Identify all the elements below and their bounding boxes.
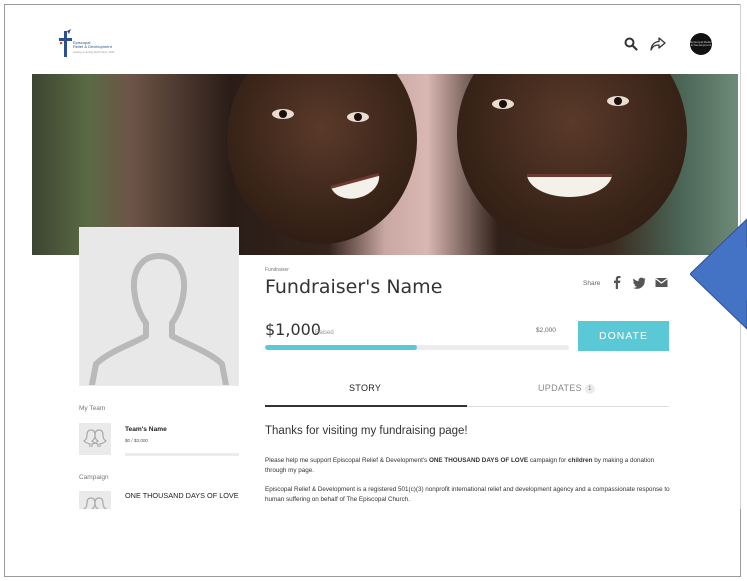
tab-updates-label: UPDATES <box>538 383 582 393</box>
child-face-left <box>227 74 417 244</box>
logo-line-2: Relief & Development <box>73 44 112 50</box>
updates-count-badge: 1 <box>584 383 595 394</box>
progress-fill <box>265 345 417 350</box>
fundraiser-label: Fundraiser <box>265 267 289 273</box>
active-tab-indicator <box>265 405 467 407</box>
story-paragraph-1: Please help me support Episcopal Relief … <box>265 456 675 475</box>
campaign-name-bold: ONE THOUSAND DAYS OF LOVE <box>428 457 529 464</box>
tab-story[interactable]: STORY <box>349 383 381 393</box>
fundraising-progress-bar <box>265 345 569 350</box>
logo-text: Episcopal Relief & Development Healing a… <box>73 40 115 55</box>
eye <box>607 96 629 106</box>
logo-tagline: Healing a Hurting World Since 1940 <box>73 50 115 54</box>
eye <box>492 99 514 109</box>
campaign-name[interactable]: ONE THOUSAND DAYS OF LOVE <box>125 491 245 501</box>
goal-amount: $2,000 <box>536 327 556 334</box>
child-face-right <box>457 74 687 249</box>
story-text: Please help me support Episcopal Relief … <box>265 457 429 464</box>
story-text: campaign for <box>528 457 569 464</box>
eye <box>272 109 294 119</box>
share-icon[interactable] <box>650 37 666 51</box>
person-silhouette-icon <box>89 253 229 385</box>
profile-photo-placeholder <box>79 227 239 386</box>
my-team-label: My Team <box>79 405 106 412</box>
team-name[interactable]: Team's Name <box>125 426 167 433</box>
eye <box>347 112 369 122</box>
children-bold: children <box>568 457 593 464</box>
donate-button[interactable]: DONATE <box>578 321 669 351</box>
tab-updates[interactable]: UPDATES 1 <box>538 383 595 394</box>
cross-logo-icon <box>59 29 72 57</box>
avatar-text: Episcopal Relief & Development <box>690 39 712 47</box>
team-avatar[interactable] <box>79 423 111 455</box>
share-label: Share <box>583 280 601 287</box>
team-progress-text: $0 / $3,000 <box>125 438 148 443</box>
campaign-label: Campaign <box>79 474 109 481</box>
story-title: Thanks for visiting my fundraising page! <box>265 425 468 437</box>
organization-logo[interactable]: Episcopal Relief & Development Healing a… <box>58 29 138 63</box>
story-paragraph-2: Episcopal Relief & Development is a regi… <box>265 486 670 503</box>
blank-area <box>32 509 740 569</box>
user-avatar[interactable]: Episcopal Relief & Development <box>690 33 712 55</box>
team-progress-bar <box>125 453 239 456</box>
callout-arrow-shape <box>690 218 747 330</box>
facebook-icon[interactable] <box>613 276 621 289</box>
fundraiser-name: Fundraiser's Name <box>265 276 443 298</box>
twitter-icon[interactable] <box>633 276 646 289</box>
email-icon[interactable] <box>655 276 668 289</box>
group-icon <box>82 429 108 447</box>
search-icon[interactable] <box>624 37 638 51</box>
raised-label: Raised <box>315 330 334 336</box>
amount-raised: $1,000 <box>265 320 321 339</box>
